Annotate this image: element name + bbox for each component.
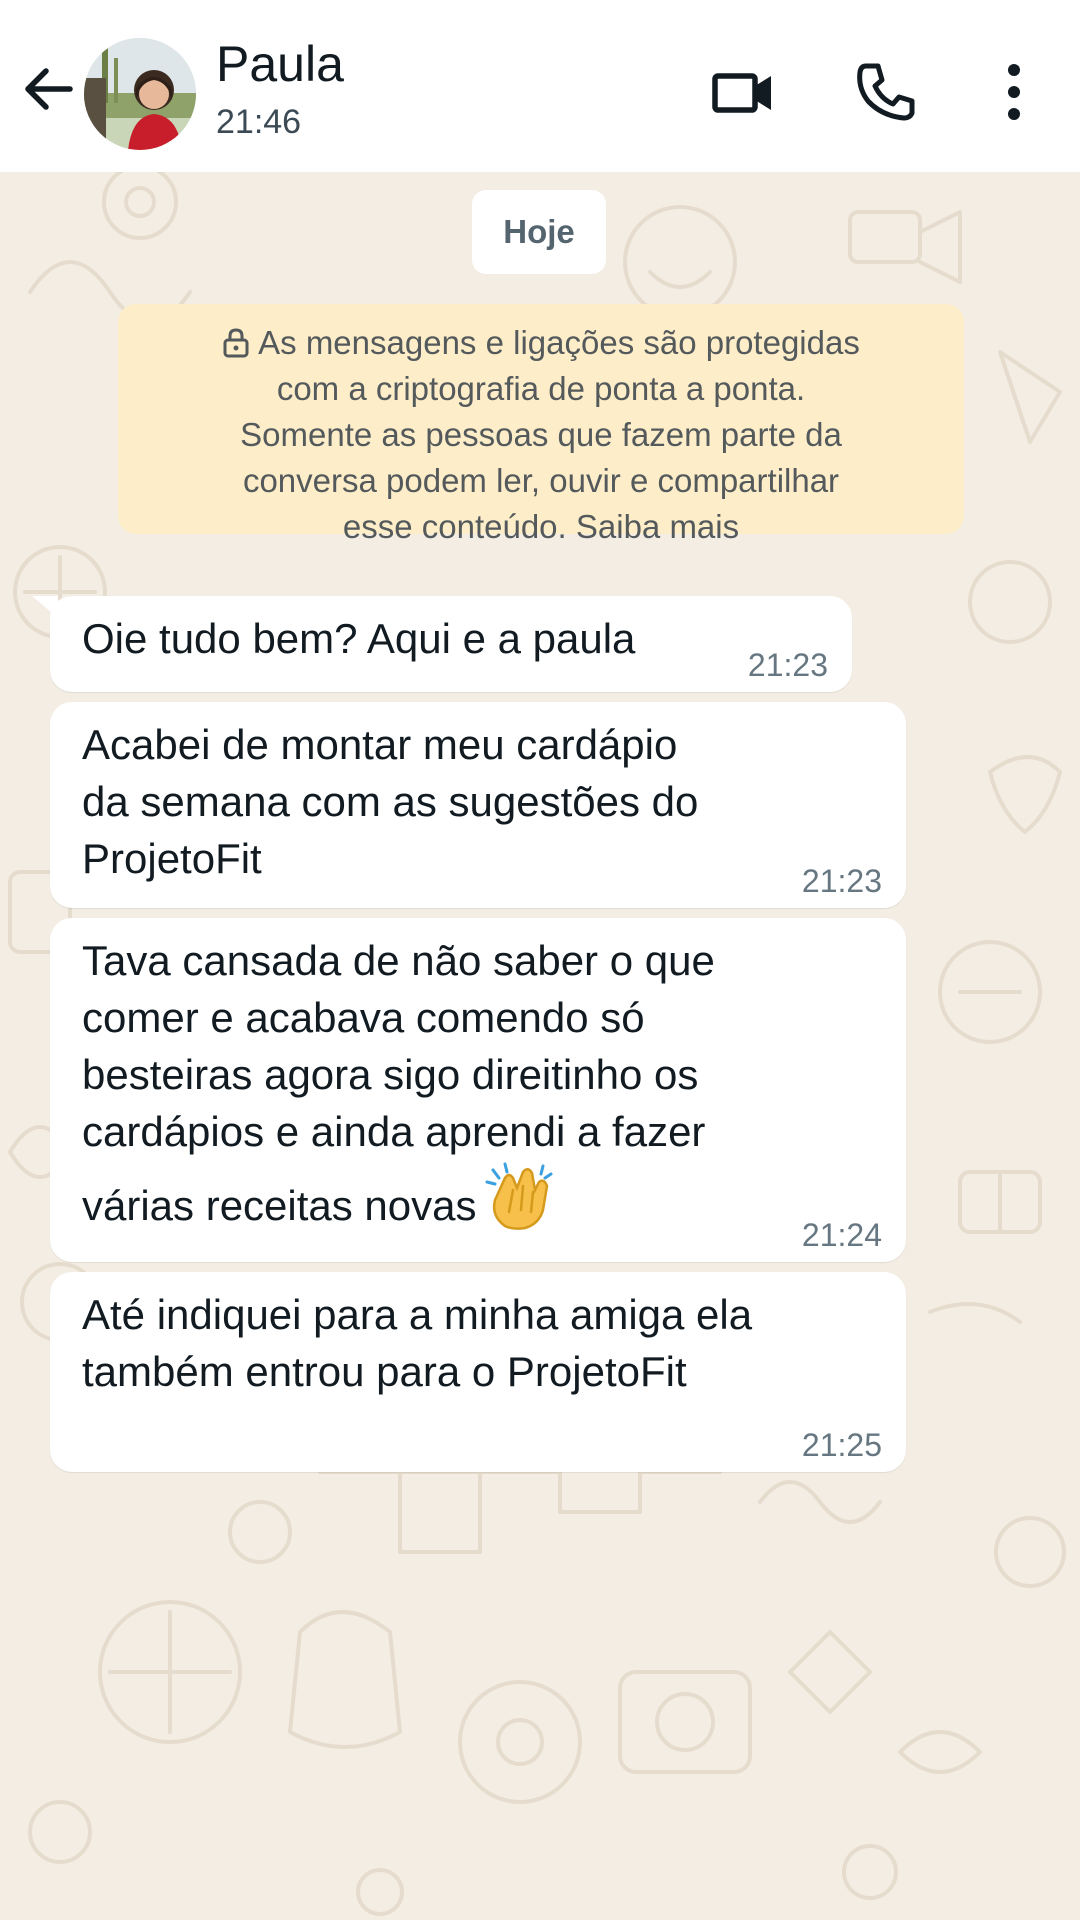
bubble-tail-icon xyxy=(32,596,58,618)
video-call-button[interactable] xyxy=(708,56,780,128)
encryption-notice-text: As mensagens e ligações são protegidas c… xyxy=(240,324,860,545)
arrow-back-icon xyxy=(25,68,73,110)
message-text: Tava cansada de não saber o que comer e … xyxy=(82,932,715,1234)
message-bubble[interactable]: Acabei de montar meu cardápio da semana … xyxy=(50,702,906,908)
message-time: 21:23 xyxy=(801,863,882,899)
encryption-notice[interactable]: As mensagens e ligações são protegidas c… xyxy=(118,304,964,545)
back-button[interactable] xyxy=(18,58,80,120)
message-text-body: Tava cansada de não saber o que comer e … xyxy=(82,937,715,1229)
video-call-icon xyxy=(712,73,771,113)
message-time: 21:23 xyxy=(747,647,828,683)
message-text: Oie tudo bem? Aqui e a paula xyxy=(82,615,636,662)
message-text: Até indiquei para a minha amiga ela tamb… xyxy=(82,1291,753,1395)
message-bubble[interactable]: Tava cansada de não saber o que comer e … xyxy=(50,918,906,1262)
message-text: Acabei de montar meu cardápio da semana … xyxy=(82,721,699,882)
contact-status: 21:46 xyxy=(216,103,302,141)
clapping-hands-icon xyxy=(485,1162,553,1230)
chat-header: Paula 21:46 xyxy=(0,0,1080,172)
date-chip: Hoje xyxy=(472,190,606,274)
more-vert-icon xyxy=(1008,64,1020,120)
contact-name[interactable]: Paula xyxy=(216,34,344,94)
voice-call-button[interactable] xyxy=(850,56,922,128)
chat-area: Hoje As mensagens e ligações são protegi… xyxy=(0,172,1080,1920)
message-bubble[interactable]: Até indiquei para a minha amiga ela tamb… xyxy=(50,1272,906,1472)
message-time: 21:24 xyxy=(801,1217,882,1253)
phone-icon xyxy=(857,63,915,121)
message-time: 21:25 xyxy=(801,1427,882,1463)
message-bubble[interactable]: Oie tudo bem? Aqui e a paula 21:23 xyxy=(32,596,852,692)
avatar[interactable] xyxy=(84,38,196,150)
lock-icon xyxy=(223,328,249,358)
more-options-button[interactable] xyxy=(978,56,1050,128)
